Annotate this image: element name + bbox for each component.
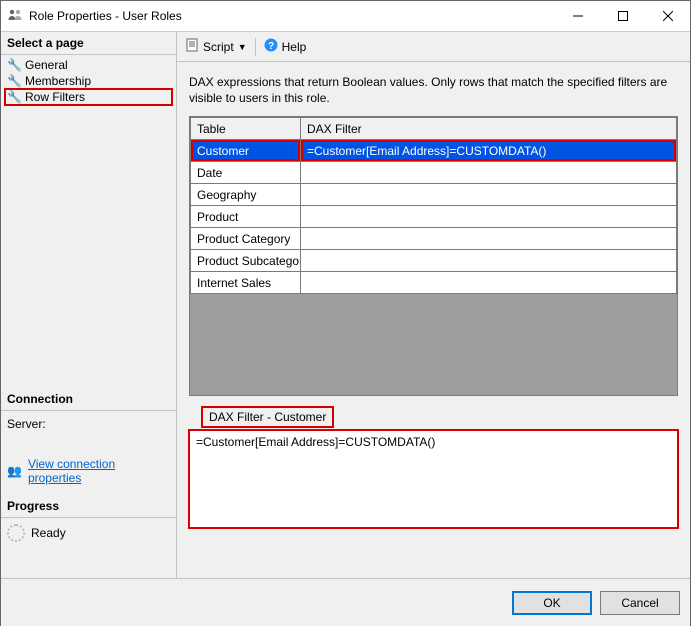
titlebar: Role Properties - User Roles (1, 1, 690, 31)
server-label: Server: (7, 417, 170, 431)
cell-table: Product Category (191, 228, 301, 250)
role-icon (7, 7, 23, 26)
cell-dax (301, 228, 677, 250)
dax-filter-input[interactable]: =Customer[Email Address]=CUSTOMDATA() (189, 430, 678, 528)
table-row[interactable]: Product (191, 206, 677, 228)
chevron-down-icon: ▼ (238, 42, 247, 52)
maximize-button[interactable] (600, 1, 645, 31)
col-table[interactable]: Table (191, 118, 301, 140)
wrench-icon: 🔧 (7, 58, 21, 72)
filter-grid: Table DAX Filter Customer =Customer[Emai… (189, 116, 678, 396)
view-connection-link[interactable]: View connection properties (28, 457, 170, 485)
cell-table: Geography (191, 184, 301, 206)
grid-empty-area (190, 294, 677, 395)
help-label: Help (282, 40, 307, 54)
toolbar: Script ▼ ? Help (177, 32, 690, 62)
sidebar: Select a page 🔧 General 🔧 Membership 🔧 R… (1, 32, 177, 578)
cancel-button[interactable]: Cancel (600, 591, 680, 615)
cell-table: Customer (191, 140, 301, 162)
cell-table: Product Subcategory (191, 250, 301, 272)
cell-dax (301, 250, 677, 272)
connection-icon: 👥 (7, 464, 22, 478)
progress-status: Ready (31, 526, 66, 540)
cell-dax (301, 162, 677, 184)
progress-head: Progress (1, 495, 176, 518)
col-dax[interactable]: DAX Filter (301, 118, 677, 140)
cell-dax (301, 184, 677, 206)
table-row[interactable]: Customer =Customer[Email Address]=CUSTOM… (191, 140, 677, 162)
page-label: General (25, 58, 68, 72)
table-row[interactable]: Geography (191, 184, 677, 206)
dax-filter-value: =Customer[Email Address]=CUSTOMDATA() (196, 435, 435, 449)
close-button[interactable] (645, 1, 690, 31)
page-list: 🔧 General 🔧 Membership 🔧 Row Filters (1, 55, 176, 107)
footer: OK Cancel (1, 578, 690, 626)
svg-text:?: ? (268, 41, 274, 52)
dax-filter-label: DAX Filter - Customer (203, 408, 332, 426)
wrench-icon: 🔧 (7, 74, 21, 88)
page-label: Row Filters (25, 90, 85, 104)
wrench-icon: 🔧 (7, 90, 21, 104)
cell-dax (301, 272, 677, 294)
minimize-button[interactable] (555, 1, 600, 31)
table-row[interactable]: Date (191, 162, 677, 184)
description-text: DAX expressions that return Boolean valu… (189, 74, 678, 106)
main-panel: Script ▼ ? Help DAX expressions that ret… (177, 32, 690, 578)
page-membership[interactable]: 🔧 Membership (5, 73, 172, 89)
connection-head: Connection (1, 388, 176, 411)
script-label: Script (203, 40, 234, 54)
page-general[interactable]: 🔧 General (5, 57, 172, 73)
table-row[interactable]: Product Subcategory (191, 250, 677, 272)
cell-dax: =Customer[Email Address]=CUSTOMDATA() (301, 140, 677, 162)
page-row-filters[interactable]: 🔧 Row Filters (5, 89, 172, 105)
progress-icon (7, 524, 25, 542)
cell-table: Date (191, 162, 301, 184)
page-label: Membership (25, 74, 91, 88)
help-icon: ? (264, 38, 278, 55)
separator (255, 38, 256, 56)
script-icon (185, 38, 199, 55)
table-row[interactable]: Product Category (191, 228, 677, 250)
cell-table: Product (191, 206, 301, 228)
cell-dax (301, 206, 677, 228)
select-page-head: Select a page (1, 32, 176, 55)
table-row[interactable]: Internet Sales (191, 272, 677, 294)
cell-table: Internet Sales (191, 272, 301, 294)
ok-button[interactable]: OK (512, 591, 592, 615)
window-title: Role Properties - User Roles (29, 9, 555, 23)
help-button[interactable]: ? Help (264, 38, 307, 55)
script-button[interactable]: Script ▼ (185, 38, 247, 55)
